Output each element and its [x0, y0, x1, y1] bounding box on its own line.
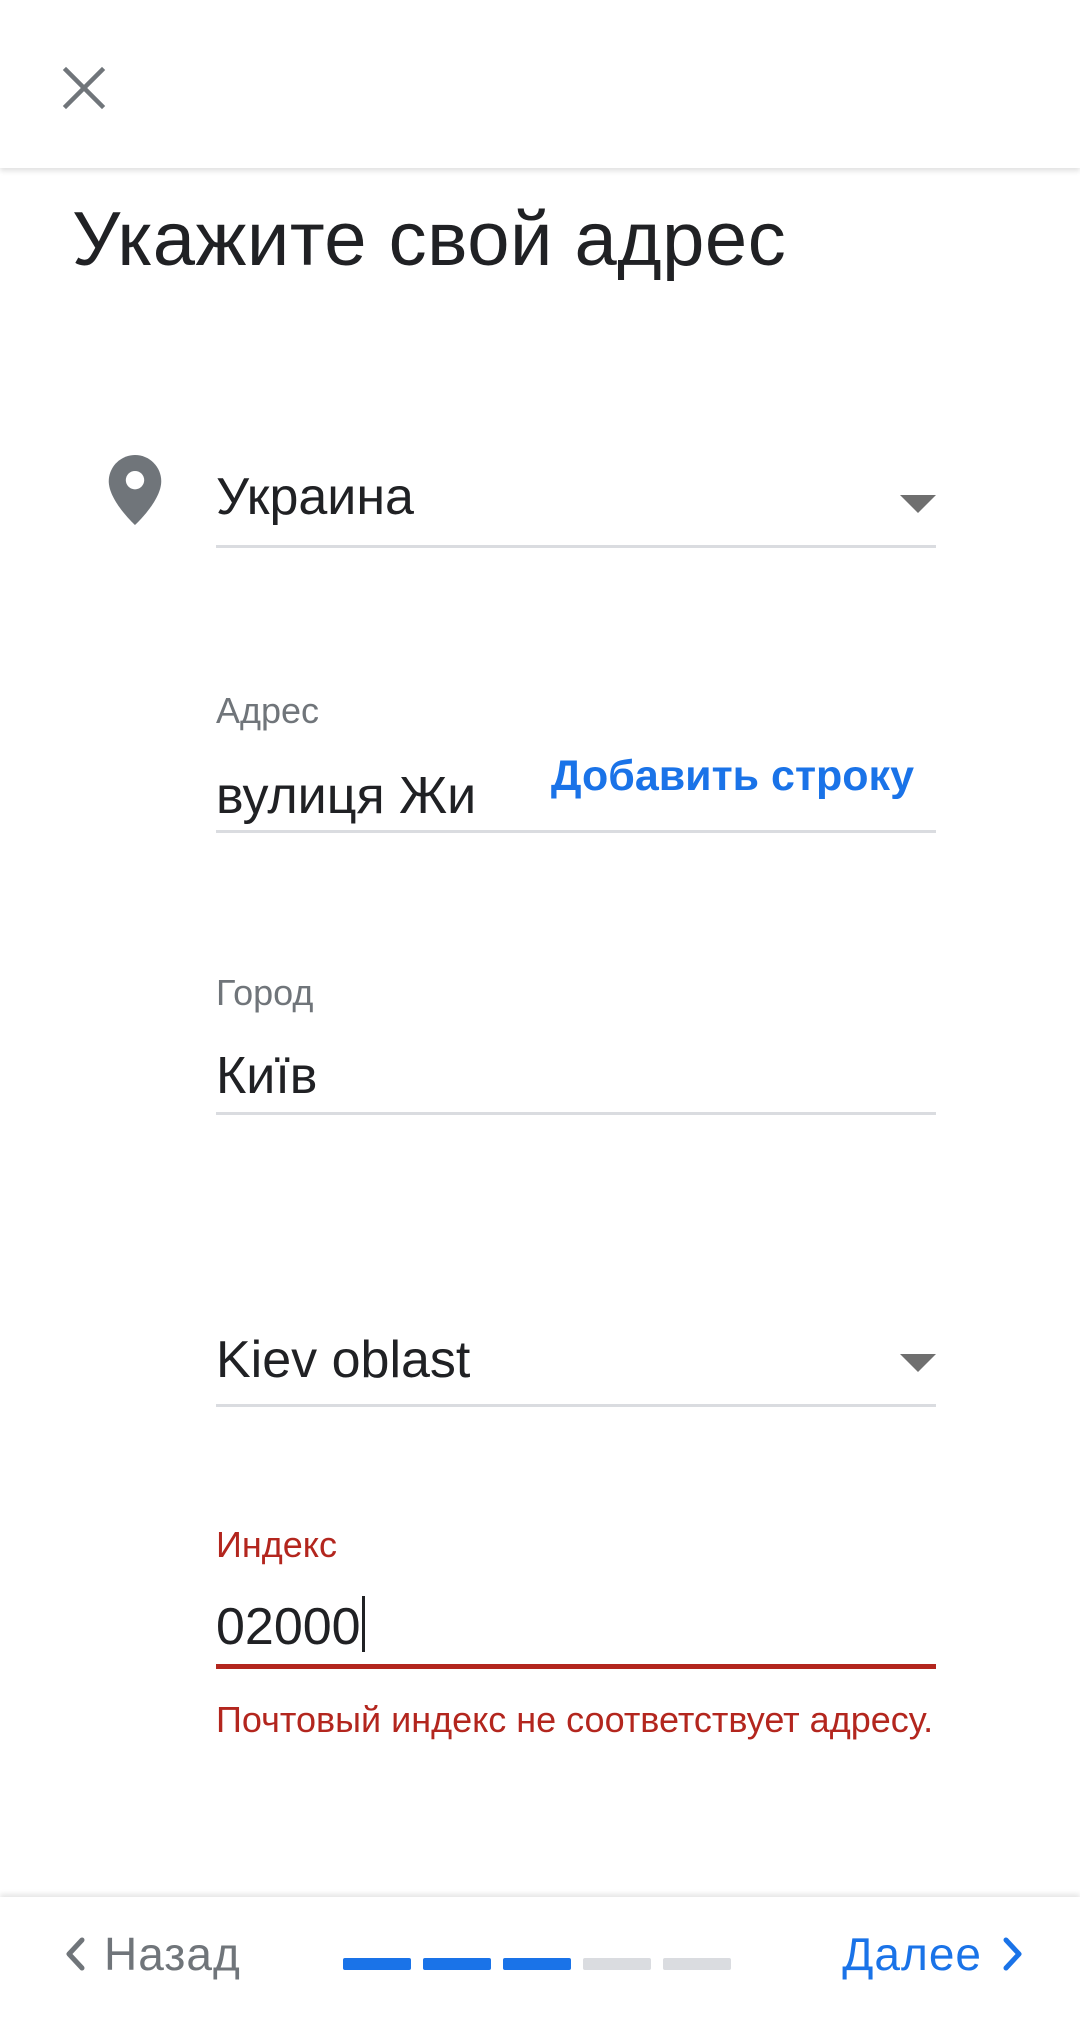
address-field[interactable]: Адрес вулиця Жи Добавить строку	[216, 690, 936, 835]
chevron-down-icon	[900, 1354, 936, 1372]
postal-code-label: Индекс	[216, 1524, 337, 1565]
close-icon	[62, 66, 106, 110]
map-pin-icon	[108, 455, 162, 525]
bottom-nav-bar: Назад Далее	[0, 1897, 1080, 2021]
text-cursor	[361, 1596, 365, 1652]
page-title: Укажите свой адрес	[72, 197, 787, 282]
postal-code-error: Почтовый индекс не соответствует адресу.	[216, 1699, 934, 1740]
postal-code-value: 02000	[216, 1598, 361, 1656]
country-value: Украина	[216, 468, 414, 526]
step-progress-indicator	[343, 1958, 743, 1970]
postal-code-underline	[216, 1664, 936, 1669]
top-app-bar	[0, 0, 1080, 168]
chevron-down-icon	[900, 495, 936, 513]
city-input[interactable]: Київ	[216, 1046, 317, 1106]
address-label: Адрес	[216, 690, 320, 731]
next-label: Далее	[842, 1928, 982, 1980]
progress-step-pending	[663, 1958, 731, 1970]
next-button[interactable]: Далее	[842, 1919, 1024, 1989]
postal-code-input[interactable]: 02000	[216, 1596, 365, 1657]
chevron-left-icon	[66, 1937, 85, 1971]
chevron-right-icon	[1003, 1937, 1022, 1971]
progress-step-complete	[503, 1958, 571, 1970]
back-button[interactable]: Назад	[64, 1919, 241, 1989]
add-line-button[interactable]: Добавить строку	[551, 752, 914, 801]
city-underline	[216, 1112, 936, 1115]
progress-step-complete	[343, 1958, 411, 1970]
region-dropdown[interactable]: Kiev oblast	[216, 1320, 936, 1428]
city-label: Город	[216, 972, 314, 1013]
address-input[interactable]: вулиця Жи	[216, 766, 476, 826]
close-button[interactable]	[48, 52, 120, 124]
city-field[interactable]: Город Київ	[216, 972, 936, 1117]
region-value: Kiev oblast	[216, 1331, 471, 1389]
country-dropdown[interactable]: Украина	[216, 455, 936, 551]
country-underline	[216, 545, 936, 548]
progress-step-complete	[423, 1958, 491, 1970]
address-underline	[216, 830, 936, 833]
progress-step-pending	[583, 1958, 651, 1970]
postal-code-field[interactable]: Индекс 02000 Почтовый индекс не соответс…	[216, 1524, 936, 1824]
back-label: Назад	[104, 1928, 241, 1980]
region-underline	[216, 1404, 936, 1407]
